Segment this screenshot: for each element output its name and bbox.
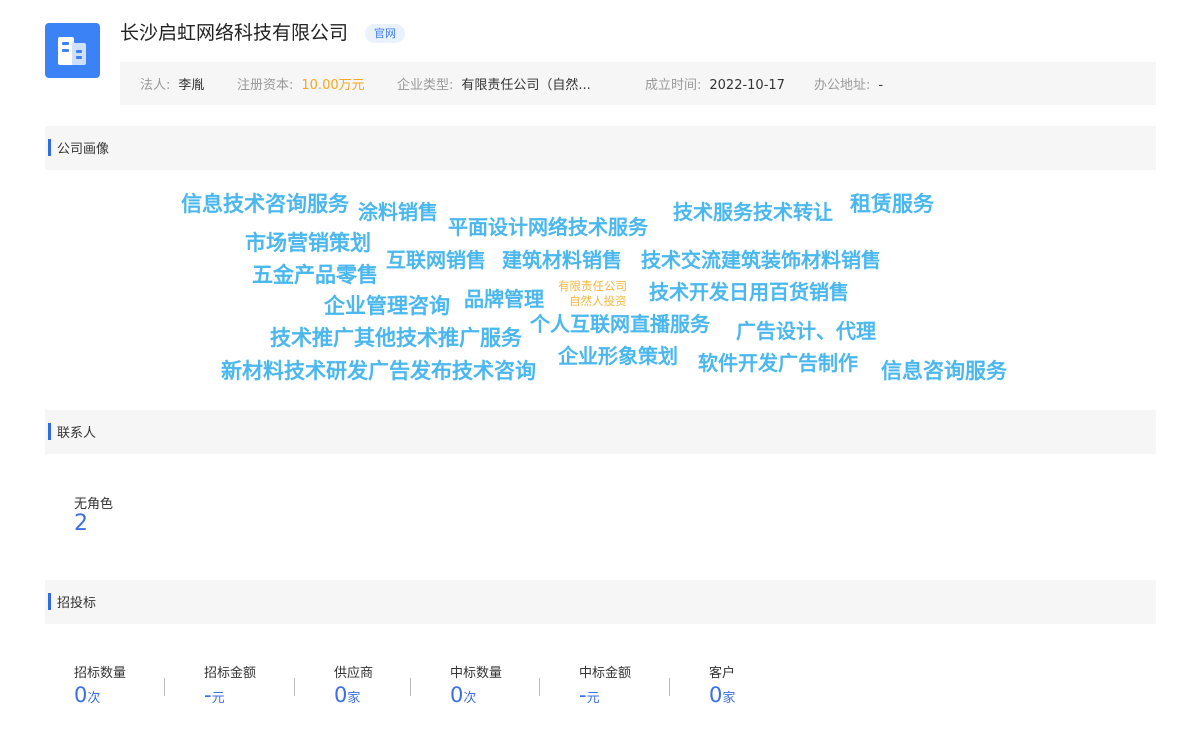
stat-award-amount: 中标金额 -元 <box>579 662 631 707</box>
section-contacts: 联系人 <box>45 410 1156 454</box>
tag-word[interactable]: 广告设计、代理 <box>736 321 876 341</box>
stat-value[interactable]: 0 <box>74 683 87 707</box>
company-name: 长沙启虹网络科技有限公司 <box>120 22 349 44</box>
company-info-bar: 法人: 李胤 注册资本: 10.00万元 企业类型: 有限责任公司（自然... 成立时… <box>120 62 1156 105</box>
stat-unit: 元 <box>211 691 225 706</box>
tag-word[interactable]: 自然人投资 <box>569 295 627 308</box>
section-title: 公司画像 <box>57 142 110 157</box>
stat-label: 招标金额 <box>204 666 257 681</box>
stat-label: 中标金额 <box>579 666 632 681</box>
stat-unit: 元 <box>586 691 600 706</box>
company-logo <box>45 23 100 78</box>
stat-unit: 次 <box>87 691 101 706</box>
stat-unit: 家 <box>347 691 361 706</box>
tag-word[interactable]: 互联网销售 <box>386 250 486 270</box>
stat-divider <box>294 678 295 696</box>
info-office-address: 办公地址: - <box>814 78 884 93</box>
contact-count[interactable]: 2 <box>74 511 88 536</box>
info-company-type: 企业类型: 有限责任公司（自然... <box>397 78 591 93</box>
tag-word[interactable]: 技术服务技术转让 <box>673 202 833 222</box>
tag-word[interactable]: 软件开发广告制作 <box>698 353 858 373</box>
stat-suppliers: 供应商 0家 <box>334 662 373 707</box>
stat-label: 招标数量 <box>74 666 127 681</box>
tag-word[interactable]: 平面设计网络技术服务 <box>448 217 648 237</box>
tag-word[interactable]: 技术开发日用百货销售 <box>649 282 849 302</box>
tag-word[interactable]: 信息技术咨询服务 <box>181 194 349 215</box>
tag-word[interactable]: 建筑材料销售 <box>502 250 622 270</box>
stat-divider <box>669 678 670 696</box>
building-icon <box>58 37 86 65</box>
tag-word[interactable]: 企业形象策划 <box>558 346 678 366</box>
stat-value[interactable]: 0 <box>334 683 347 707</box>
info-established-date: 成立时间: 2022-10-17 <box>645 78 785 93</box>
section-accent <box>48 423 51 440</box>
tag-word[interactable]: 技术推广其他技术推广服务 <box>270 328 522 349</box>
section-title: 联系人 <box>57 426 97 441</box>
stat-value[interactable]: - <box>204 683 212 707</box>
stat-unit: 次 <box>463 691 477 706</box>
stat-label: 客户 <box>709 666 736 681</box>
stat-divider <box>164 678 165 696</box>
stat-label: 供应商 <box>334 666 374 681</box>
section-bidding: 招投标 <box>45 580 1156 624</box>
section-title: 招投标 <box>57 596 97 611</box>
stat-value[interactable]: 0 <box>709 683 722 707</box>
section-company-portrait: 公司画像 <box>45 126 1156 170</box>
stat-divider <box>410 678 411 696</box>
tag-word[interactable]: 五金产品零售 <box>252 265 378 286</box>
tag-word[interactable]: 个人互联网直播服务 <box>530 314 710 334</box>
tag-word[interactable]: 有限责任公司 <box>558 280 627 293</box>
stat-unit: 家 <box>722 691 736 706</box>
stat-divider <box>539 678 540 696</box>
stat-label: 中标数量 <box>450 666 503 681</box>
stat-tender-count: 招标数量 0次 <box>74 662 126 707</box>
tag-word[interactable]: 技术交流建筑装饰材料销售 <box>641 250 881 270</box>
info-legal-person: 法人: 李胤 <box>140 78 205 93</box>
section-accent <box>48 139 51 156</box>
info-registered-capital: 注册资本: 10.00万元 <box>237 78 365 93</box>
stat-tender-amount: 招标金额 -元 <box>204 662 256 707</box>
tag-word[interactable]: 品牌管理 <box>464 289 544 309</box>
contact-role-label: 无角色 <box>74 497 114 512</box>
tag-word[interactable]: 新材料技术研发广告发布技术咨询 <box>221 361 536 382</box>
official-site-badge[interactable]: 官网 <box>365 24 405 43</box>
stat-value[interactable]: - <box>579 683 587 707</box>
stat-value[interactable]: 0 <box>450 683 463 707</box>
stat-customers: 客户 0家 <box>709 662 735 707</box>
tag-word[interactable]: 信息咨询服务 <box>881 361 1007 382</box>
tag-word[interactable]: 市场营销策划 <box>245 233 371 254</box>
tag-word[interactable]: 企业管理咨询 <box>324 296 450 317</box>
section-accent <box>48 593 51 610</box>
stat-award-count: 中标数量 0次 <box>450 662 502 707</box>
tag-word[interactable]: 涂料销售 <box>358 202 438 222</box>
tag-word[interactable]: 租赁服务 <box>850 194 934 215</box>
